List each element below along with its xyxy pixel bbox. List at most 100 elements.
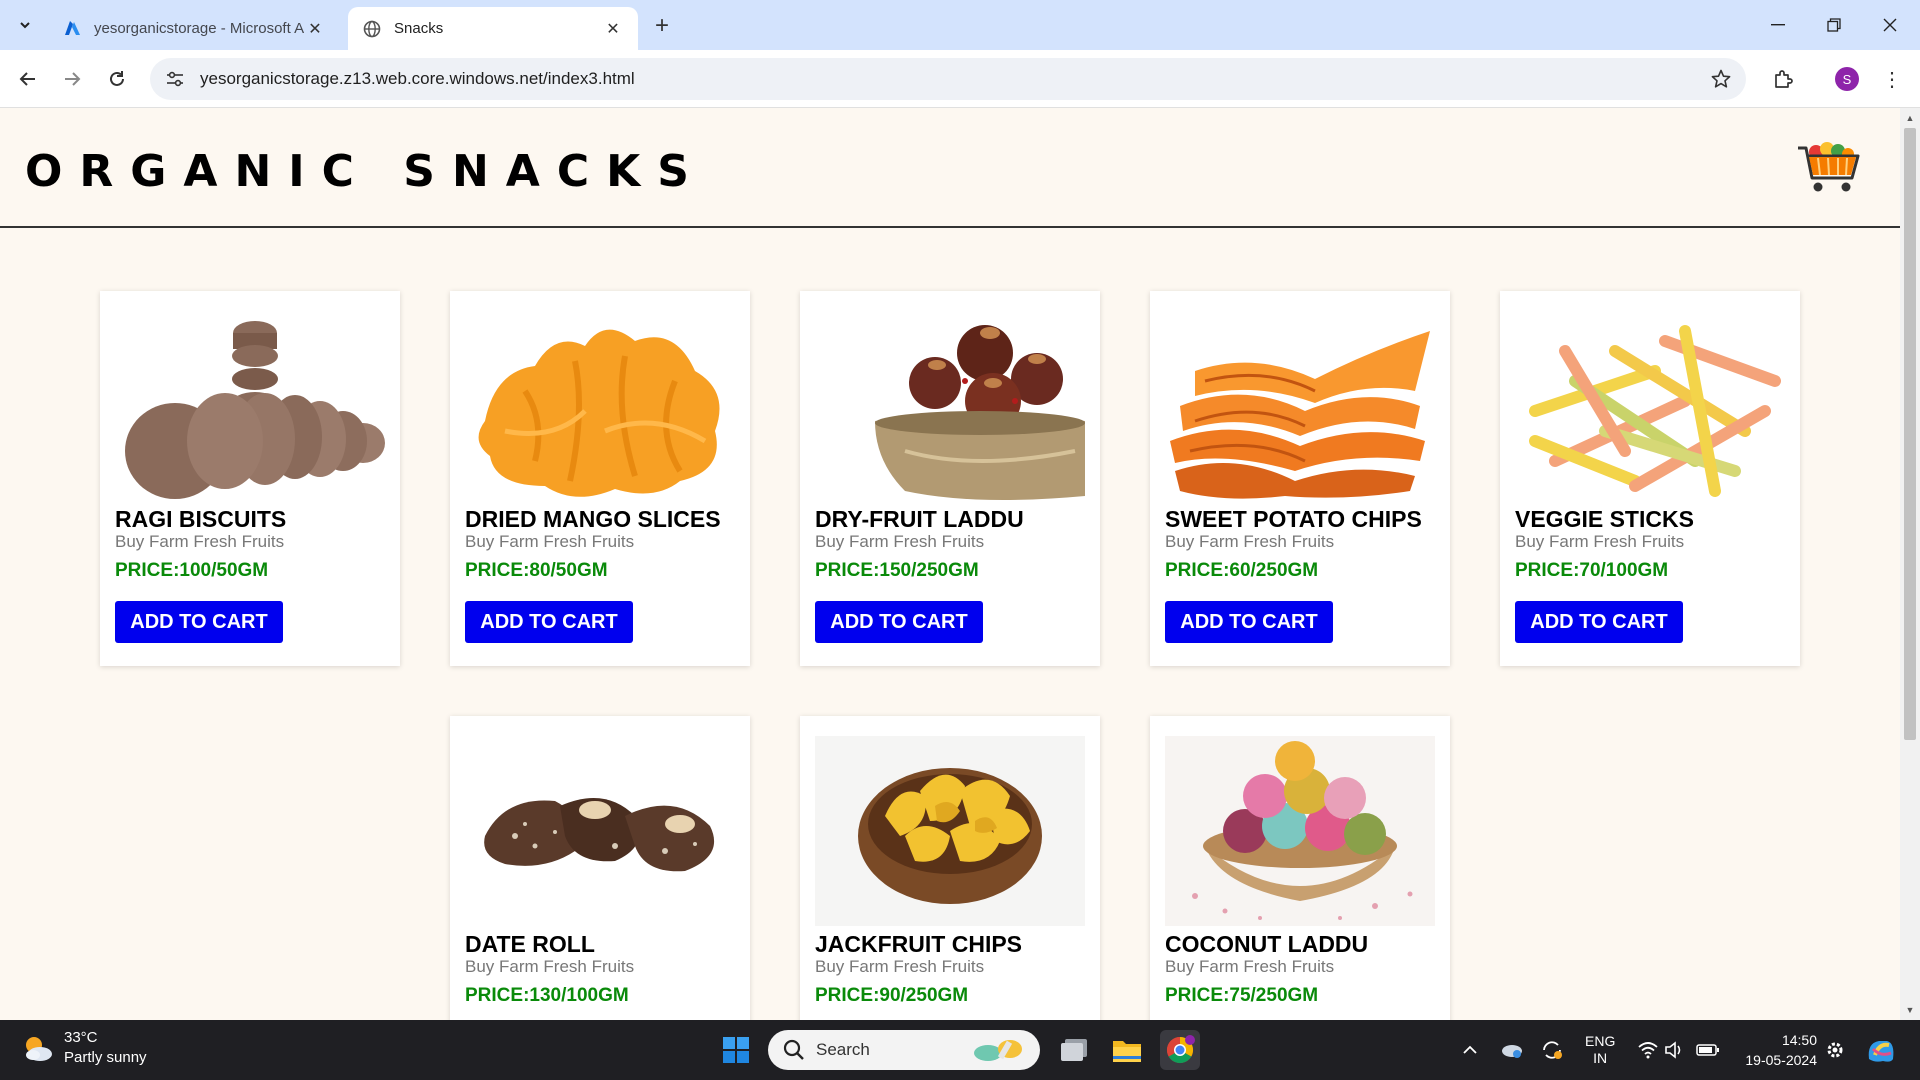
coconut-laddu-image [1165, 736, 1435, 926]
product-price: PRICE:130/100GM [465, 985, 629, 1006]
arrow-left-icon [19, 72, 35, 86]
product-card: DRY-FRUIT LADDU Buy Farm Fresh Fruits PR… [800, 291, 1100, 666]
tune-icon [167, 71, 183, 87]
url-text[interactable]: yesorganicstorage.z13.web.core.windows.n… [200, 69, 635, 89]
settings-gear-icon[interactable] [1825, 1020, 1845, 1080]
sync-tray-icon[interactable] [1540, 1020, 1564, 1080]
scrollbar-thumb[interactable] [1904, 128, 1916, 740]
volume-icon[interactable] [1664, 1020, 1684, 1080]
product-subtitle: Buy Farm Fresh Fruits [465, 957, 635, 976]
globe-icon [362, 19, 382, 39]
browser-toolbar: yesorganicstorage.z13.web.core.windows.n… [0, 50, 1920, 108]
product-card: JACKFRUIT CHIPS Buy Farm Fresh Fruits PR… [800, 716, 1100, 1020]
product-card: COCONUT LADDU Buy Farm Fresh Fruits PRIC… [1150, 716, 1450, 1020]
language-code: ENG [1585, 1033, 1616, 1049]
weather-description: Partly sunny [64, 1049, 147, 1066]
product-card: SWEET POTATO CHIPS Buy Farm Fresh Fruits… [1150, 291, 1450, 666]
tab-azure[interactable]: yesorganicstorage - Microsoft Azure ✕ [48, 7, 340, 50]
bookmark-star-icon[interactable] [1710, 68, 1732, 90]
arrow-right-icon [65, 72, 81, 86]
close-tab-icon[interactable]: ✕ [304, 18, 326, 40]
minimize-button[interactable] [1750, 0, 1806, 50]
address-bar[interactable]: yesorganicstorage.z13.web.core.windows.n… [150, 58, 1746, 100]
azure-icon [62, 19, 82, 39]
clock-date: 19-05-2024 [1745, 1052, 1817, 1068]
product-card: RAGI BISCUITS Buy Farm Fresh Fruits PRIC… [100, 291, 400, 666]
product-card: VEGGIE STICKS Buy Farm Fresh Fruits PRIC… [1500, 291, 1800, 666]
product-price: PRICE:90/250GM [815, 985, 969, 1006]
reload-button[interactable] [102, 64, 132, 94]
tab-search-button[interactable] [10, 10, 40, 40]
partly-sunny-icon [26, 1037, 52, 1061]
folder-icon [1113, 1041, 1141, 1062]
restore-icon [1827, 18, 1841, 32]
date-roll-image [465, 736, 735, 926]
weather-widget[interactable]: 33°C Partly sunny [20, 1028, 147, 1068]
add-to-cart-button[interactable]: ADD TO CART [1515, 601, 1683, 643]
product-name: DATE ROLL [465, 931, 595, 957]
search-highlight-icon [974, 1040, 1022, 1061]
battery-icon[interactable] [1696, 1020, 1720, 1080]
product-price: PRICE:70/100GM [1515, 560, 1669, 581]
site-info-button[interactable] [154, 58, 196, 100]
onedrive-tray-icon[interactable] [1500, 1020, 1524, 1080]
profile-avatar[interactable]: S [1835, 67, 1859, 91]
dry-fruit-laddu-image [815, 311, 1085, 501]
scroll-up-icon[interactable]: ▲ [1904, 112, 1916, 124]
close-icon [1883, 18, 1897, 32]
windows-logo-icon [723, 1037, 749, 1063]
tab-title: yesorganicstorage - Microsoft Azure [94, 20, 304, 37]
add-to-cart-button[interactable]: ADD TO CART [1165, 601, 1333, 643]
chevron-down-icon [20, 22, 30, 29]
product-subtitle: Buy Farm Fresh Fruits [465, 532, 635, 551]
web-page: ORGANIC SNACKS RAGI BISCUITS Buy Farm Fr… [0, 108, 1900, 1020]
veggie-sticks-image [1515, 311, 1785, 501]
start-button[interactable] [716, 1030, 756, 1070]
taskbar-search-box[interactable]: Search [768, 1030, 1040, 1070]
add-to-cart-button[interactable]: ADD TO CART [465, 601, 633, 643]
product-price: PRICE:60/250GM [1165, 560, 1319, 581]
scroll-down-icon[interactable]: ▼ [1904, 1004, 1916, 1016]
forward-button[interactable] [57, 64, 87, 94]
add-to-cart-button[interactable]: ADD TO CART [115, 601, 283, 643]
chevron-up-icon [1463, 1045, 1477, 1054]
product-subtitle: Buy Farm Fresh Fruits [1165, 957, 1335, 976]
region-code: IN [1593, 1050, 1608, 1066]
tab-snacks[interactable]: Snacks ✕ [348, 7, 638, 50]
product-subtitle: Buy Farm Fresh Fruits [1515, 532, 1685, 551]
product-price: PRICE:75/250GM [1165, 985, 1319, 1006]
close-window-button[interactable] [1862, 0, 1918, 50]
product-subtitle: Buy Farm Fresh Fruits [815, 532, 985, 551]
show-hidden-icons-button[interactable] [1462, 1020, 1478, 1080]
shopping-cart-icon[interactable] [1796, 138, 1862, 194]
file-explorer-button[interactable] [1107, 1030, 1147, 1070]
product-subtitle: Buy Farm Fresh Fruits [815, 957, 985, 976]
kebab-menu-icon[interactable]: ⋮ [1880, 64, 1904, 94]
close-tab-icon[interactable]: ✕ [602, 18, 624, 40]
wifi-icon[interactable] [1637, 1020, 1659, 1080]
add-to-cart-button[interactable]: ADD TO CART [815, 601, 983, 643]
page-title: ORGANIC SNACKS [25, 146, 706, 197]
task-view-icon [1061, 1039, 1087, 1061]
extensions-button[interactable] [1768, 64, 1798, 94]
dried-mango-slices-image [465, 311, 735, 501]
chrome-taskbar-button[interactable] [1160, 1030, 1200, 1070]
taskbar-clock[interactable]: 14:50 19-05-2024 [1735, 1030, 1817, 1070]
product-name: DRY-FRUIT LADDU [815, 506, 1024, 532]
language-indicator[interactable]: ENG IN [1585, 1020, 1615, 1080]
back-button[interactable] [13, 64, 43, 94]
chrome-icon [1166, 1035, 1195, 1064]
puzzle-icon [1775, 70, 1793, 88]
page-scrollbar[interactable]: ▲ ▼ [1900, 108, 1920, 1020]
search-icon [783, 1039, 804, 1060]
task-view-button[interactable] [1054, 1030, 1094, 1070]
product-card: DATE ROLL Buy Farm Fresh Fruits PRICE:13… [450, 716, 750, 1020]
copilot-icon[interactable] [1865, 1020, 1897, 1080]
product-name: VEGGIE STICKS [1515, 506, 1694, 532]
jackfruit-chips-image [815, 736, 1085, 926]
restore-button[interactable] [1806, 0, 1862, 50]
tab-title: Snacks [394, 20, 444, 37]
minimize-icon [1771, 24, 1785, 26]
product-card: DRIED MANGO SLICES Buy Farm Fresh Fruits… [450, 291, 750, 666]
new-tab-button[interactable]: + [648, 12, 676, 40]
